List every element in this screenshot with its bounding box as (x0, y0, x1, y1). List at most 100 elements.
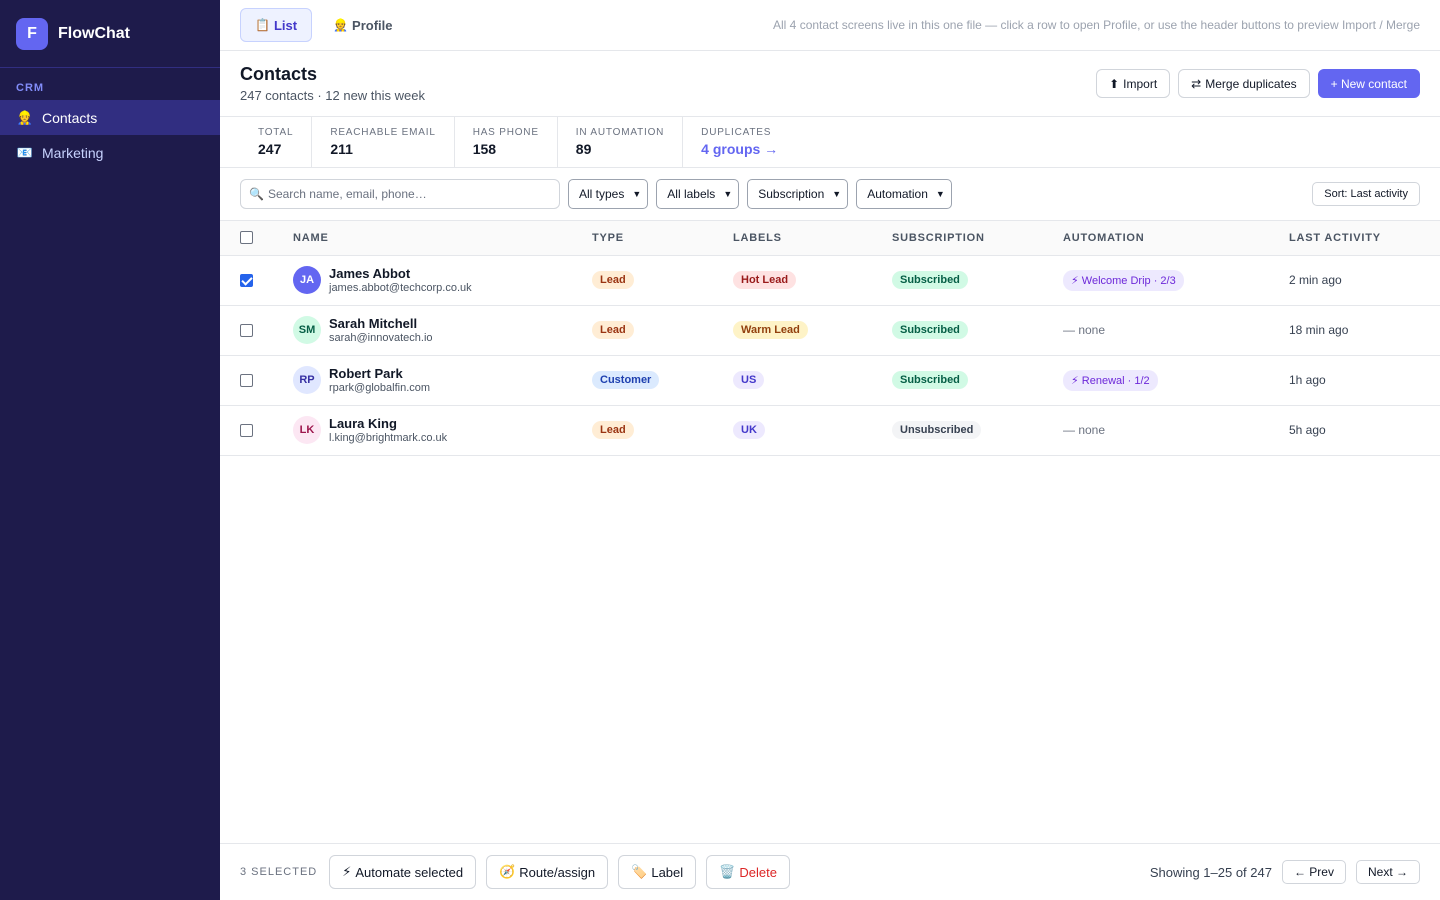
row-checkbox[interactable] (240, 274, 253, 288)
column-header-last-activity[interactable]: LAST ACTIVITY (1289, 221, 1440, 255)
contacts-table: NAME TYPE LABELS SUBSCRIPTION AUTOMATION… (220, 221, 1440, 456)
contact-name[interactable]: Laura King (329, 416, 447, 431)
tab-list[interactable]: 📋 List (240, 8, 313, 42)
select-all-checkbox[interactable] (240, 231, 253, 245)
next-page-button[interactable]: Next → (1355, 860, 1420, 884)
search-box[interactable]: 🔍 (240, 179, 560, 209)
chevron-down-icon: ▼ (935, 189, 945, 199)
sidebar-item-marketing[interactable]: 📧 Marketing (0, 135, 220, 170)
subscription-badge: Subscribed (892, 271, 968, 289)
table-row[interactable]: RP Robert Park rpark@globalfin.com Customer… (220, 355, 1440, 405)
automate-selected-button[interactable]: ⚡ Automate selected (329, 855, 477, 889)
page-header: Contacts 247 contacts · 12 new this week… (220, 51, 1440, 117)
contact-email: james.abbot@techcorp.co.uk (329, 282, 472, 294)
contact-email: l.king@brightmark.co.uk (329, 432, 448, 444)
chevron-down-icon: ▼ (632, 189, 642, 199)
pagination-status: Showing 1–25 of 247 (1149, 864, 1272, 880)
stat-has-phone: HAS PHONE 158 (455, 117, 558, 167)
select-value: Subscription (758, 187, 825, 201)
action-label: Label (651, 864, 684, 880)
search-input[interactable] (267, 187, 548, 201)
last-activity: 5h ago (1289, 423, 1326, 437)
subscription-badge: Subscribed (892, 371, 968, 389)
column-header-type[interactable]: TYPE (592, 221, 733, 255)
brand[interactable]: F FlowChat (0, 0, 220, 68)
duplicates-link[interactable]: 4 groups → (701, 141, 778, 157)
tab-label: Profile (352, 17, 393, 33)
label-badge: Hot Lead (733, 271, 797, 289)
row-checkbox[interactable] (240, 374, 253, 388)
tab-profile[interactable]: 👷 Profile (318, 8, 407, 42)
import-label: Import (1123, 76, 1158, 91)
contact-name[interactable]: Robert Park (329, 366, 430, 381)
stat-in-automation: IN AUTOMATION 89 (558, 117, 684, 167)
lightning-icon: ⚡ (342, 864, 352, 879)
stat-label: TOTAL (258, 127, 294, 138)
row-checkbox[interactable] (240, 424, 253, 438)
main: 📋 List 👷 Profile All 4 contact screens l… (220, 0, 1440, 900)
column-header-labels[interactable]: LABELS (733, 221, 892, 255)
selected-count: 3 SELECTED (240, 866, 318, 878)
person-icon: 👷 (333, 18, 349, 32)
contact-name[interactable]: James Abbot (329, 266, 472, 281)
table-row[interactable]: JA James Abbot james.abbot@techcorp.co.uk L… (220, 255, 1440, 305)
chevron-down-icon: ▼ (723, 189, 733, 199)
stat-value: 247 (258, 141, 282, 157)
swap-icon: ⇄ (1191, 76, 1202, 91)
column-header-subscription[interactable]: SUBSCRIPTION (892, 221, 1063, 255)
sidebar-item-contacts[interactable]: 👷 Contacts (0, 100, 220, 135)
subscription-badge: Subscribed (892, 321, 968, 339)
brand-name: FlowChat (58, 24, 130, 42)
contact-email: sarah@innovatech.io (329, 332, 433, 344)
avatar: RP (293, 366, 321, 394)
stat-duplicates: DUPLICATES 4 groups → (683, 117, 796, 167)
table-header-row: NAME TYPE LABELS SUBSCRIPTION AUTOMATION… (220, 221, 1440, 255)
action-label: Automate selected (355, 864, 464, 880)
route-assign-button[interactable]: 🧭 Route/assign (486, 855, 609, 889)
prev-page-button[interactable]: ← Prev (1281, 860, 1346, 884)
stat-reachable-email: REACHABLE EMAIL 211 (312, 117, 455, 167)
automation-badge[interactable]: ⚡ Renewal · 1/2 (1063, 369, 1158, 391)
label-button[interactable]: 🏷️ Label (618, 855, 697, 889)
avatar: LK (293, 416, 321, 444)
sidebar: F FlowChat CRM 👷 Contacts 📧 Marketing (0, 0, 220, 900)
stat-label: DUPLICATES (701, 127, 772, 138)
contact-name[interactable]: Sarah Mitchell (329, 316, 433, 331)
type-filter-select[interactable]: All types ▼ (568, 179, 649, 209)
automation-filter-select[interactable]: Automation ▼ (856, 179, 952, 209)
automation-none: — none (1063, 423, 1106, 437)
import-button[interactable]: ⬆ Import (1096, 69, 1171, 98)
automation-badge[interactable]: ⚡ Welcome Drip · 2/3 (1063, 269, 1184, 291)
topbar-hint: All 4 contact screens live in this one f… (773, 18, 1420, 32)
brand-logo: F (16, 17, 48, 50)
sort-button[interactable]: Sort: Last activity (1312, 182, 1420, 206)
select-value: Automation (867, 187, 928, 201)
delete-button[interactable]: 🗑️ Delete (706, 855, 790, 889)
row-checkbox[interactable] (240, 324, 253, 338)
label-badge: US (733, 371, 765, 389)
last-activity: 2 min ago (1289, 273, 1342, 287)
table-row[interactable]: LK Laura King l.king@brightmark.co.uk Lead U… (220, 405, 1440, 455)
compass-icon: 🧭 (499, 864, 516, 879)
column-header-automation[interactable]: AUTOMATION (1063, 221, 1289, 255)
table-row[interactable]: SM Sarah Mitchell sarah@innovatech.io Lead W… (220, 305, 1440, 355)
merge-duplicates-button[interactable]: ⇄ Merge duplicates (1178, 69, 1310, 98)
page-subtitle: 247 contacts · 12 new this week (240, 88, 425, 103)
column-header-name[interactable]: NAME (293, 221, 592, 255)
stat-total: TOTAL 247 (240, 117, 313, 167)
last-activity: 1h ago (1289, 373, 1326, 387)
action-label: Delete (739, 864, 777, 880)
bulk-action-bar: 3 SELECTED ⚡ Automate selected 🧭 Route/a… (220, 843, 1440, 900)
type-badge: Lead (592, 321, 634, 339)
upload-icon: ⬆ (1109, 76, 1120, 91)
type-badge: Customer (592, 371, 660, 389)
new-contact-button[interactable]: + New contact (1317, 69, 1420, 98)
labels-filter-select[interactable]: All labels ▼ (656, 179, 740, 209)
subscription-filter-select[interactable]: Subscription ▼ (747, 179, 849, 209)
topbar: 📋 List 👷 Profile All 4 contact screens l… (220, 0, 1440, 51)
trash-icon: 🗑️ (719, 864, 736, 879)
stat-value: 211 (330, 141, 353, 157)
type-badge: Lead (592, 271, 634, 289)
avatar: SM (293, 316, 321, 344)
automation-none: — none (1063, 323, 1106, 337)
